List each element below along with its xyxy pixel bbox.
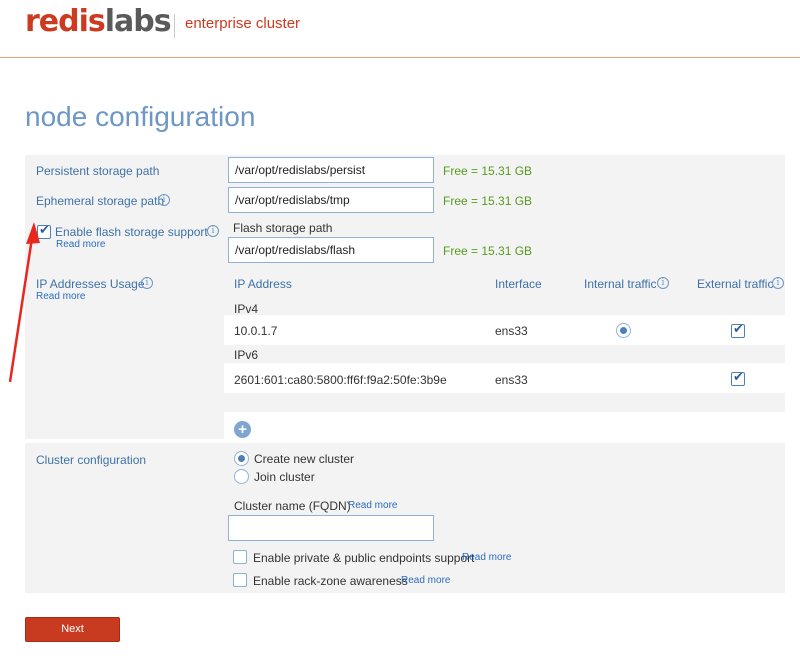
cluster-name-read-more-link[interactable]: Read more (348, 500, 397, 511)
flash-info-icon[interactable]: i (207, 225, 219, 237)
ephemeral-storage-input[interactable] (228, 187, 434, 213)
create-new-cluster-radio[interactable] (234, 451, 249, 466)
column-header-external-traffic: External traffic (697, 277, 774, 291)
ephemeral-info-icon[interactable]: i (158, 194, 170, 206)
next-button[interactable]: Next (25, 617, 120, 642)
flash-storage-input[interactable] (228, 237, 434, 263)
header-subtitle: enterprise cluster (185, 15, 301, 32)
cluster-name-label: Cluster name (FQDN) (234, 499, 351, 513)
ephemeral-storage-label: Ephemeral storage path (36, 194, 165, 208)
ipv6-interface: ens33 (495, 373, 528, 387)
logo-text-redis: redis (25, 4, 106, 39)
column-header-interface: Interface (495, 277, 542, 291)
rack-zone-awareness-checkbox[interactable] (233, 573, 247, 587)
ephemeral-free-space: Free = 15.31 GB (443, 194, 533, 208)
cluster-name-input[interactable] (228, 515, 434, 541)
app-header: redislabs enterprise cluster (0, 0, 800, 58)
flash-storage-checkbox-label[interactable]: Enable flash storage support (55, 225, 208, 239)
flash-read-more-link[interactable]: Read more (56, 239, 105, 250)
endpoints-read-more-link[interactable]: Read more (462, 552, 511, 563)
ipv6-address: 2601:601:ca80:5800:ff6f:f9a2:50fe:3b9e (234, 373, 447, 387)
ipv6-external-traffic-checkbox[interactable]: ✔ (731, 370, 745, 386)
checkmark-icon: ✔ (733, 322, 744, 337)
endpoints-support-checkbox[interactable] (233, 550, 247, 564)
persistent-storage-input[interactable] (228, 157, 434, 183)
create-new-cluster-label[interactable]: Create new cluster (254, 452, 354, 466)
ipv6-group-label: IPv6 (234, 348, 259, 362)
rack-zone-read-more-link[interactable]: Read more (401, 575, 450, 586)
page-title: node configuration (25, 101, 256, 132)
column-header-internal-traffic: Internal traffic (584, 277, 657, 291)
ipv4-address: 10.0.1.7 (234, 324, 278, 338)
radio-selected-dot (238, 455, 245, 462)
ipv4-group-label: IPv4 (234, 302, 259, 316)
logo-text-labs: labs (104, 4, 172, 39)
rack-zone-awareness-label[interactable]: Enable rack-zone awareness (253, 574, 408, 588)
annotation-arrow-icon (8, 222, 40, 383)
persistent-storage-label: Persistent storage path (36, 164, 160, 178)
column-header-ip-address: IP Address (234, 277, 292, 291)
join-cluster-radio[interactable] (234, 469, 249, 484)
ipv4-external-traffic-checkbox[interactable]: ✔ (731, 322, 745, 338)
logo-divider (174, 14, 175, 38)
ipv4-interface: ens33 (495, 324, 528, 338)
ipv4-internal-traffic-radio[interactable] (616, 323, 631, 338)
join-cluster-label[interactable]: Join cluster (254, 470, 315, 484)
flash-path-label: Flash storage path (233, 221, 333, 235)
persistent-free-space: Free = 15.31 GB (443, 164, 533, 178)
endpoints-support-label[interactable]: Enable private & public endpoints suppor… (253, 551, 474, 565)
ip-add-row (224, 412, 785, 439)
checkmark-icon: ✔ (733, 370, 744, 385)
cluster-configuration-label: Cluster configuration (36, 453, 147, 467)
add-ip-plus-icon[interactable]: + (234, 421, 251, 438)
redislabs-logo: redislabs (25, 4, 172, 39)
internal-traffic-info-icon[interactable]: i (657, 277, 669, 289)
external-traffic-info-icon[interactable]: i (772, 277, 784, 289)
radio-selected-dot (620, 327, 627, 334)
ip-info-icon[interactable]: i (141, 277, 153, 289)
flash-free-space: Free = 15.31 GB (443, 244, 533, 258)
